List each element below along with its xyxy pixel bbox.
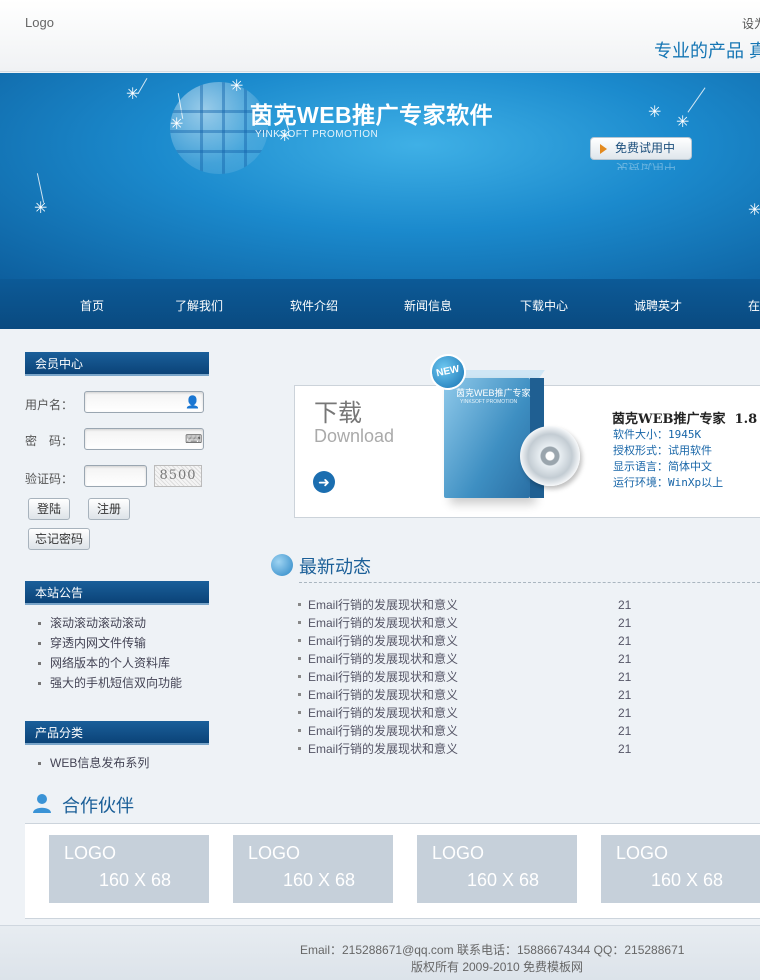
news-item-date: 21 xyxy=(618,634,632,648)
dandelion-icon: ✳ xyxy=(676,114,690,131)
news-item-title[interactable]: Email行销的发展现状和意义 xyxy=(308,632,458,650)
news-item-date: 21 xyxy=(618,598,632,612)
news-item-date: 21 xyxy=(618,706,632,720)
header-slogan: 专业的产品 真 xyxy=(654,41,760,60)
news-item-date: 21 xyxy=(618,616,632,630)
captcha-image[interactable]: 8500 xyxy=(154,465,202,487)
header-bar xyxy=(0,0,760,72)
cd-disc-icon xyxy=(520,426,580,486)
category-list: WEB信息发布系列 xyxy=(38,753,149,773)
notice-heading: 本站公告 xyxy=(25,581,209,605)
notice-item[interactable]: 网络版本的个人资料库 xyxy=(38,653,182,673)
product-name: 茵克WEB推广专家 1.8 xyxy=(612,412,758,426)
partner-logo[interactable]: LOGO 160 X 68 xyxy=(417,835,577,903)
member-center-heading: 会员中心 xyxy=(25,352,209,376)
news-item-title[interactable]: Email行销的发展现状和意义 xyxy=(308,722,458,740)
news-item-date: 21 xyxy=(618,742,632,756)
banner-title: 茵克WEB推广专家软件 xyxy=(250,102,494,128)
user-icon: 👤 xyxy=(185,395,200,409)
news-item-date: 21 xyxy=(618,652,632,666)
keyboard-icon: ⌨ xyxy=(185,432,203,446)
download-arrow-icon[interactable]: ➜ xyxy=(313,471,335,493)
news-item-date: 21 xyxy=(618,670,632,684)
username-label: 用户名： xyxy=(25,398,74,412)
partner-logo[interactable]: LOGO 160 X 68 xyxy=(233,835,393,903)
nav-news[interactable]: 新闻信息 xyxy=(404,297,452,314)
news-row: Email行销的发展现状和意义 21 xyxy=(298,614,638,632)
person-icon xyxy=(33,794,51,813)
news-item-date: 21 xyxy=(618,724,632,738)
news-item-date: 21 xyxy=(618,688,632,702)
download-subtitle: Download xyxy=(314,426,395,446)
product-environment: 运行环境：WinXp以上 xyxy=(613,476,724,489)
product-license: 授权形式：试用软件 xyxy=(613,444,712,457)
password-label: 密 码： xyxy=(25,434,74,448)
password-input[interactable]: ⌨ xyxy=(84,428,204,450)
free-trial-label: 免费试用中 xyxy=(615,141,676,155)
news-row: Email行销的发展现状和意义 21 xyxy=(298,740,638,758)
free-trial-button[interactable]: 免费试用中 xyxy=(590,137,692,160)
set-homepage-link[interactable]: 设为 xyxy=(742,15,760,32)
nav-home[interactable]: 首页 xyxy=(80,297,104,314)
username-input[interactable]: 👤 xyxy=(84,391,204,413)
news-row: Email行销的发展现状和意义 21 xyxy=(298,650,638,668)
play-arrow-icon xyxy=(600,144,607,154)
globe-news-icon xyxy=(271,554,293,576)
news-row: Email行销的发展现状和意义 21 xyxy=(298,596,638,614)
news-item-title[interactable]: Email行销的发展现状和意义 xyxy=(308,650,458,668)
register-button[interactable]: 注册 xyxy=(88,498,130,520)
nav-download[interactable]: 下载中心 xyxy=(520,297,568,314)
notice-item[interactable]: 穿透内网文件传输 xyxy=(38,633,182,653)
notice-item[interactable]: 强大的手机短信双向功能 xyxy=(38,673,182,693)
category-heading: 产品分类 xyxy=(25,721,209,745)
news-row: Email行销的发展现状和意义 21 xyxy=(298,668,638,686)
captcha-label: 验证码： xyxy=(25,472,74,486)
news-item-title[interactable]: Email行销的发展现状和意义 xyxy=(308,704,458,722)
news-row: Email行销的发展现状和意义 21 xyxy=(298,722,638,740)
product-size: 软件大小：1945K xyxy=(613,428,702,441)
news-divider xyxy=(299,582,760,583)
news-row: Email行销的发展现状和意义 21 xyxy=(298,632,638,650)
category-item[interactable]: WEB信息发布系列 xyxy=(38,753,149,773)
forgot-password-button[interactable]: 忘记密码 xyxy=(28,528,90,550)
partner-logo[interactable]: LOGO 160 X 68 xyxy=(601,835,760,903)
news-list: Email行销的发展现状和意义 21 Email行销的发展现状和意义 21 Emai… xyxy=(298,596,638,758)
news-title: 最新动态 xyxy=(299,557,371,577)
main-nav: 首页 了解我们 软件介绍 新闻信息 下载中心 诚聘英才 在 xyxy=(0,279,760,329)
news-row: Email行销的发展现状和意义 21 xyxy=(298,704,638,722)
news-item-title[interactable]: Email行销的发展现状和意义 xyxy=(308,686,458,704)
news-item-title[interactable]: Email行销的发展现状和意义 xyxy=(308,740,458,758)
nav-software[interactable]: 软件介绍 xyxy=(290,297,338,314)
partners-title: 合作伙伴 xyxy=(62,796,134,816)
login-button[interactable]: 登陆 xyxy=(28,498,70,520)
captcha-input[interactable] xyxy=(84,465,147,487)
product-box-label: 茵克WEB推广专家 xyxy=(456,388,531,398)
dandelion-icon: ✳ xyxy=(748,202,760,219)
notice-list: 滚动滚动滚动滚动 穿透内网文件传输 网络版本的个人资料库 强大的手机短信双向功能 xyxy=(38,613,182,693)
news-row: Email行销的发展现状和意义 21 xyxy=(298,686,638,704)
notice-item[interactable]: 滚动滚动滚动滚动 xyxy=(38,613,182,633)
footer-contact: Email：215288671@qq.com 联系电话：15886674344 … xyxy=(300,943,685,957)
nav-more[interactable]: 在 xyxy=(748,297,760,314)
news-item-title[interactable]: Email行销的发展现状和意义 xyxy=(308,614,458,632)
nav-about[interactable]: 了解我们 xyxy=(175,297,223,314)
footer-copyright: 版权所有 2009-2010 免费模板网 xyxy=(411,960,584,974)
news-item-title[interactable]: Email行销的发展现状和意义 xyxy=(308,596,458,614)
dandelion-icon: ✳ xyxy=(126,86,140,103)
banner-subtitle: YINKSOFT PROMOTION xyxy=(255,129,379,140)
partner-logo[interactable]: LOGO 160 X 68 xyxy=(49,835,209,903)
dandelion-icon: ✳ xyxy=(34,200,48,217)
free-trial-reflection: 免费试用中 xyxy=(616,161,676,170)
product-box-sub: YINKSOFT PROMOTION xyxy=(460,399,518,405)
download-title: 下载 xyxy=(314,400,362,427)
site-logo[interactable]: Logo xyxy=(25,15,54,30)
news-item-title[interactable]: Email行销的发展现状和意义 xyxy=(308,668,458,686)
dandelion-icon: ✳ xyxy=(648,104,662,121)
nav-jobs[interactable]: 诚聘英才 xyxy=(634,297,682,314)
product-info: 软件大小：1945K 授权形式：试用软件 显示语言：简体中文 运行环境：WinX… xyxy=(613,427,723,491)
product-language: 显示语言：简体中文 xyxy=(613,460,712,473)
